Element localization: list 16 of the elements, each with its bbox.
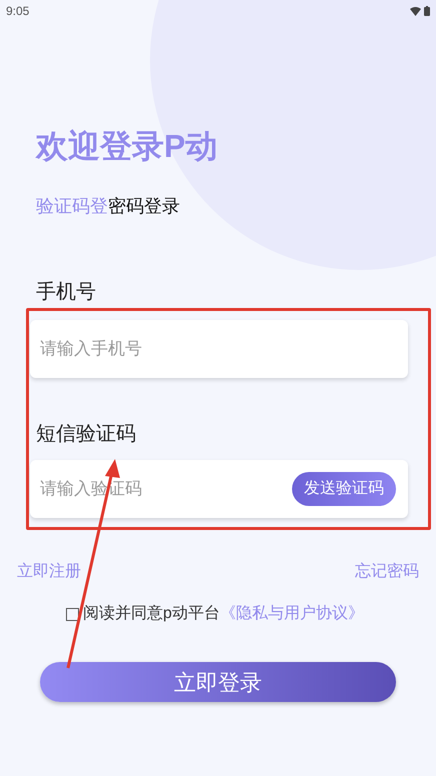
field-label: 短信验证码 xyxy=(36,422,137,447)
agreement-link[interactable]: 《隐私与用户协议》 xyxy=(220,602,364,626)
battery-icon xyxy=(424,6,430,16)
agreement-text: 阅读并同意p动平台 xyxy=(83,604,220,624)
wifi-icon xyxy=(410,6,421,16)
status-time: 9:05 xyxy=(6,3,30,20)
agreement-checkbox[interactable] xyxy=(66,608,79,620)
login-button[interactable]: 立即登录 xyxy=(40,662,396,702)
login-tab[interactable]: 密码登录 xyxy=(108,194,180,218)
login-tab[interactable]: 验证码登 xyxy=(36,194,108,218)
welcome-title: 欢迎登录P动 xyxy=(36,127,218,166)
field-label: 手机号 xyxy=(36,280,97,305)
register-link[interactable]: 立即注册 xyxy=(17,560,81,584)
send-code-button[interactable]: 发送验证码 xyxy=(292,472,396,506)
forgot-password-link[interactable]: 忘记密码 xyxy=(355,560,419,584)
input-field[interactable]: 请输入手机号 xyxy=(30,320,408,378)
